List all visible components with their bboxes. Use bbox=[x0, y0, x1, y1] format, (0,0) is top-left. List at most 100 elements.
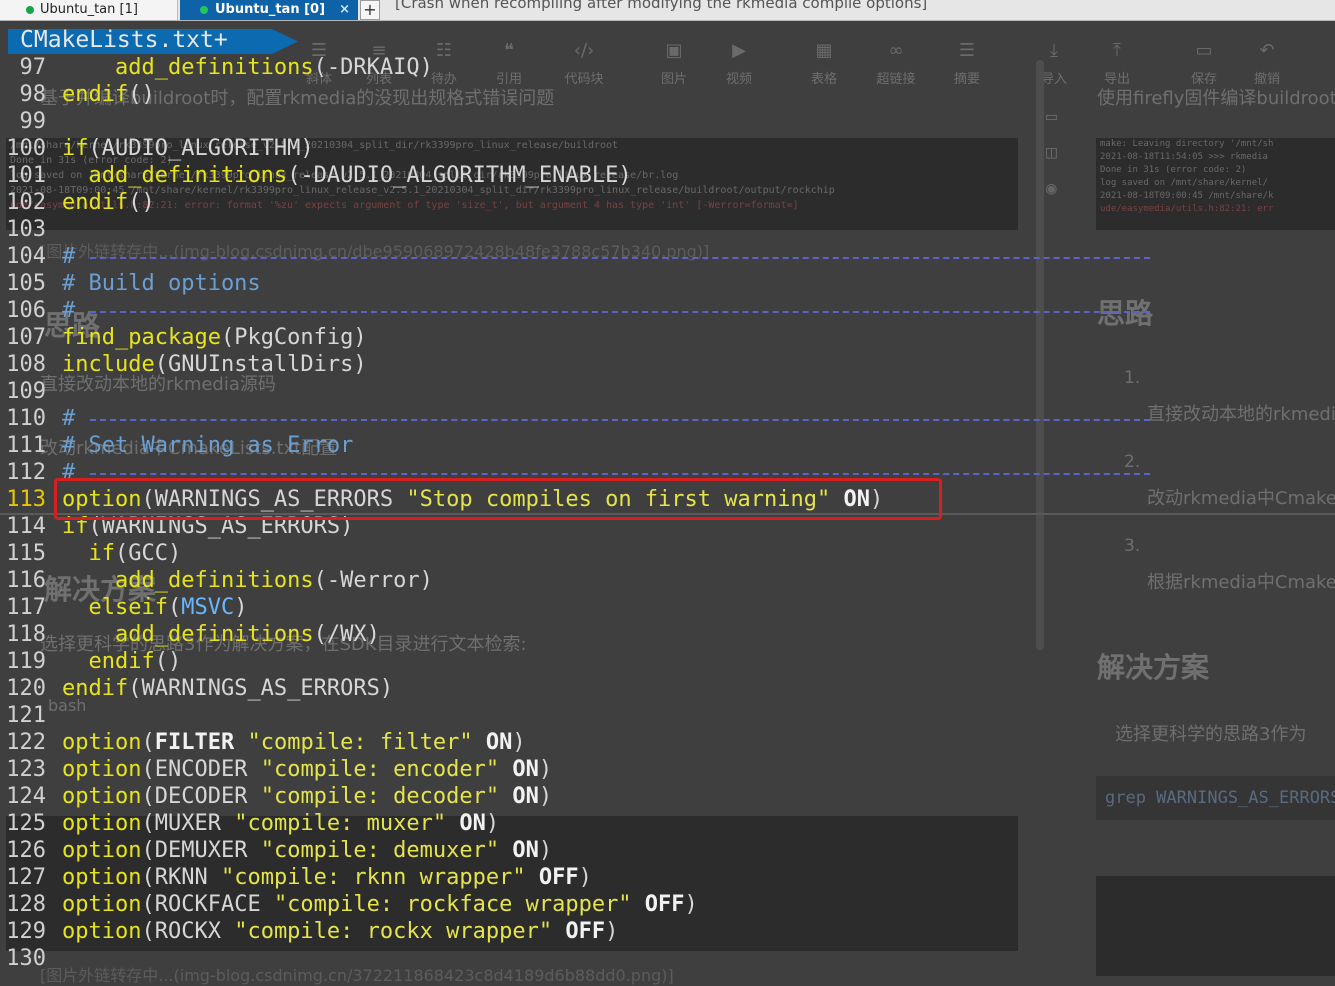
code-line[interactable]: 128 option(ROCKFACE "compile: rockface wr… bbox=[0, 891, 698, 918]
code-line[interactable]: 117 elseif(MSVC) bbox=[0, 594, 247, 621]
code-line[interactable]: 100 if(AUDIO_ALGORITHM) bbox=[0, 135, 313, 162]
code-token: ON bbox=[499, 757, 539, 782]
terminal-log-line: make: Leaving directory '/mnt/sh bbox=[1100, 139, 1274, 149]
line-number: 108 bbox=[6, 352, 46, 377]
code-line[interactable]: 123 option(ENCODER "compile: encoder" ON) bbox=[0, 756, 552, 783]
line-number: 97 bbox=[19, 55, 47, 80]
code-token: () bbox=[128, 190, 155, 215]
code-token: (DECODER bbox=[141, 784, 261, 809]
toolbar-label: 超链接 bbox=[876, 72, 916, 87]
export-button[interactable]: ⤒ 导出 bbox=[1088, 38, 1146, 87]
code-button[interactable]: ‹/› 代码块 bbox=[555, 38, 613, 87]
code-token: ON bbox=[499, 838, 539, 863]
layout-icon[interactable]: ▭ bbox=[1046, 106, 1057, 142]
save-icon: ▭ bbox=[1195, 40, 1213, 61]
code-line[interactable]: 108 include(GNUInstallDirs) bbox=[0, 351, 367, 378]
code-line[interactable]: 103 bbox=[0, 216, 62, 243]
toolbar-label: 视频 bbox=[725, 72, 752, 87]
line-number: 98 bbox=[19, 82, 47, 107]
code-token: # bbox=[62, 298, 76, 323]
code-token: (ROCKX bbox=[141, 919, 235, 944]
code-token: FILTER bbox=[154, 730, 235, 755]
code-token: include bbox=[62, 352, 155, 377]
code-token: ) bbox=[684, 892, 698, 917]
code-line[interactable]: 129 option(ROCKX "compile: rockx wrapper"… bbox=[0, 918, 618, 945]
summary-button[interactable]: ☰ 摘要 bbox=[938, 38, 996, 87]
code-token: (ROCKFACE bbox=[141, 892, 274, 917]
code-line[interactable]: 104 # bbox=[0, 243, 75, 270]
code-token: (GNUInstallDirs) bbox=[154, 352, 367, 377]
background-terminal-image-right: make: Leaving directory '/mnt/sh 2021-08-… bbox=[1096, 138, 1335, 230]
code-line[interactable]: 105 # Build options bbox=[0, 270, 260, 297]
code-token: add_definitions bbox=[114, 568, 314, 593]
code-token: (-DAUDIO_ALGORITHM_ENABLE) bbox=[287, 163, 632, 188]
code-token: (-Werror) bbox=[313, 568, 433, 593]
code-line[interactable]: 120 endif(WARNINGS_AS_ERRORS) bbox=[0, 675, 393, 702]
line-number: 112 bbox=[6, 460, 46, 485]
line-number: 104 bbox=[6, 244, 46, 269]
code-token: ) bbox=[485, 811, 500, 836]
code-token: # bbox=[62, 406, 76, 431]
code-line[interactable]: 98 endif() bbox=[0, 81, 155, 108]
code-line[interactable]: 118 add_definitions(/WX) bbox=[0, 621, 380, 648]
line-number: 114 bbox=[6, 514, 46, 539]
code-line[interactable]: 102 endif() bbox=[0, 189, 155, 216]
code-line[interactable]: 101 add_definitions(-DAUDIO_ALGORITHM_EN… bbox=[0, 162, 632, 189]
terminal-log-line: ude/easymedia/utils.h:82:21: error: form… bbox=[10, 200, 799, 211]
code-line[interactable]: 106 # bbox=[0, 297, 75, 324]
code-line[interactable]: 122 option(FILTER "compile: filter" ON) bbox=[0, 729, 525, 756]
toolbar-label: 图片 bbox=[660, 72, 687, 87]
scrollbar[interactable] bbox=[1036, 60, 1044, 650]
terminal-log-line: Done in 31s (error code: 2) bbox=[1100, 165, 1247, 175]
line-number: 124 bbox=[6, 784, 46, 809]
quote-button[interactable]: ❝ 引用 bbox=[480, 38, 538, 87]
code-line[interactable]: 126 option(DEMUXER "compile: demuxer" ON) bbox=[0, 837, 552, 864]
code-token: ON bbox=[499, 784, 539, 809]
code-token: "compile: rknn wrapper" bbox=[220, 865, 526, 890]
code-token: if bbox=[88, 541, 116, 566]
summary-icon: ☰ bbox=[958, 40, 976, 61]
undo-button[interactable]: ↶ 撤销 bbox=[1238, 38, 1296, 87]
code-token: add_definitions bbox=[88, 163, 288, 188]
code-line[interactable]: 107 find_package(PkgConfig) bbox=[0, 324, 366, 351]
preview-eye-icon[interactable]: ◉ bbox=[1046, 178, 1057, 214]
line-number: 113 bbox=[6, 487, 46, 512]
new-tab-button[interactable]: + bbox=[360, 0, 380, 20]
background-terminal-image-right-2 bbox=[1096, 876, 1335, 976]
tab-ubuntu-tan-1[interactable]: Ubuntu_tan [1] bbox=[0, 0, 178, 20]
line-number: 129 bbox=[6, 919, 46, 944]
table-button[interactable]: ▦ 表格 bbox=[795, 38, 853, 87]
ghost-line: 选择更科学的思路3作为 bbox=[1115, 724, 1307, 745]
toolbar-label: 导入 bbox=[1040, 72, 1067, 87]
code-line[interactable]: 115 if(GCC) bbox=[0, 540, 181, 567]
code-token: # bbox=[62, 244, 76, 269]
tab-ubuntu-tan-0[interactable]: Ubuntu_tan [0] × bbox=[180, 0, 358, 20]
code-line[interactable]: 125 option(MUXER "compile: muxer" ON) bbox=[0, 810, 499, 837]
code-line[interactable]: 121 bbox=[0, 702, 62, 729]
code-line[interactable]: 97 add_definitions(-DRKAIQ) bbox=[0, 54, 433, 81]
code-line[interactable]: 110 # bbox=[0, 405, 75, 432]
code-line[interactable]: 109 bbox=[0, 378, 62, 405]
code-line[interactable]: 127 option(RKNN "compile: rknn wrapper" O… bbox=[0, 864, 592, 891]
save-button[interactable]: ▭ 保存 bbox=[1175, 38, 1233, 87]
video-button[interactable]: ▶ 视频 bbox=[710, 38, 768, 87]
code-line[interactable]: 111 # Set Warning as Error bbox=[0, 432, 353, 459]
code-line[interactable]: 116 add_definitions(-Werror) bbox=[0, 567, 433, 594]
line-number: 106 bbox=[6, 298, 46, 323]
toolbar-label: 表格 bbox=[810, 72, 837, 87]
columns-icon[interactable]: ◫ bbox=[1046, 142, 1057, 178]
code-line[interactable]: 119 endif() bbox=[0, 648, 181, 675]
image-button[interactable]: ▣ 图片 bbox=[645, 38, 703, 87]
code-line[interactable]: 130 bbox=[0, 945, 62, 972]
export-icon: ⤒ bbox=[1113, 40, 1121, 61]
code-token: (ENCODER bbox=[141, 757, 261, 782]
import-button[interactable]: ⤓ 导入 bbox=[1025, 38, 1083, 87]
toolbar-label: 代码块 bbox=[564, 72, 604, 87]
link-button[interactable]: ∞ 超链接 bbox=[867, 38, 925, 87]
close-tab-icon[interactable]: × bbox=[339, 0, 350, 20]
code-line[interactable]: 99 bbox=[0, 108, 62, 135]
code-line[interactable]: 124 option(DECODER "compile: decoder" ON) bbox=[0, 783, 552, 810]
code-token: (-DRKAIQ) bbox=[313, 55, 433, 80]
